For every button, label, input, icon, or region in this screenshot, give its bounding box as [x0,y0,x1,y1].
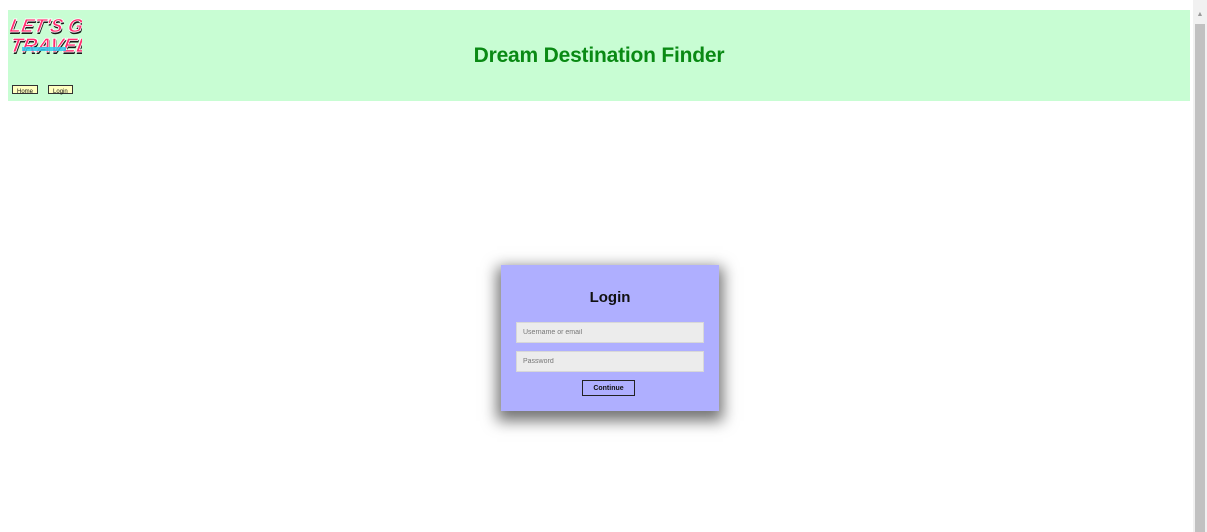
site-header: LET'S GO LET'S GO TRAVEL TRAVEL Dream De… [8,10,1190,101]
nav-login-button[interactable]: Login [48,85,73,95]
page: LET'S GO LET'S GO TRAVEL TRAVEL Dream De… [0,0,1207,532]
nav-home-button[interactable]: Home [12,85,39,95]
page-title: Dream Destination Finder [473,44,725,67]
scrollbar-thumb[interactable] [1195,24,1205,532]
chevron-up-icon[interactable]: ▲ [1193,8,1207,22]
continue-button[interactable]: Continue [582,380,635,396]
svg-text:LET'S GO: LET'S GO [10,16,82,37]
login-card: Login Continue [501,265,719,411]
vertical-scrollbar[interactable]: ▲ [1193,0,1207,532]
password-input[interactable] [516,351,704,372]
main-nav: Home Login [12,85,73,95]
username-input[interactable] [516,322,704,343]
login-title: Login [589,289,631,306]
